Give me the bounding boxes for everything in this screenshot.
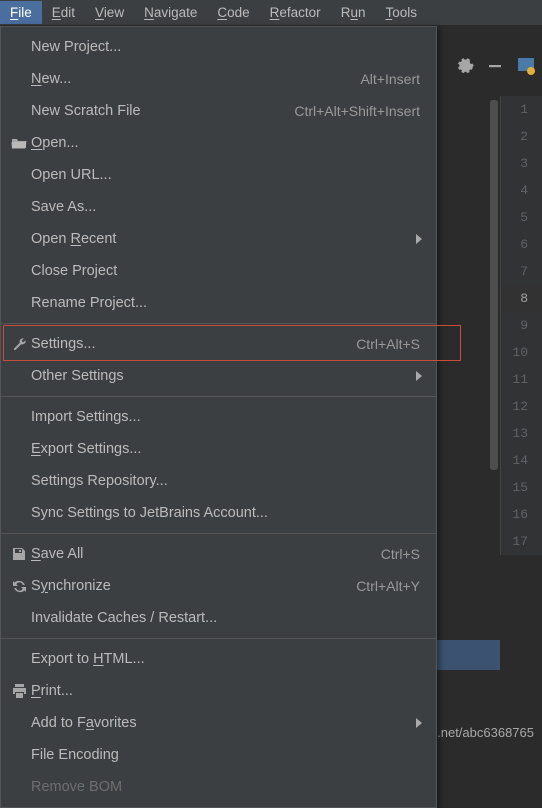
chevron-right-icon [416,234,422,244]
menu-item-add-favorites[interactable]: Add to Favorites [1,707,436,739]
menu-item-synchronize[interactable]: Synchronize Ctrl+Alt+Y [1,570,436,602]
menubar-item-tools[interactable]: Tools [375,1,427,24]
menu-item-open[interactable]: Open... [1,127,436,159]
menu-label: Settings... [31,336,356,352]
menubar-item-file[interactable]: File [0,1,42,24]
menu-separator [1,323,436,324]
menu-item-file-encoding[interactable]: File Encoding [1,739,436,771]
print-icon [7,684,31,698]
line-number: 1 [501,96,542,123]
toolbar-right [458,56,536,79]
menu-item-export-html[interactable]: Export to HTML... [1,643,436,675]
editor-gutter: 1 2 3 4 5 6 7 8 9 10 11 12 13 14 15 16 1… [500,96,542,555]
menubar-item-code[interactable]: Code [207,1,259,24]
line-number: 8 [501,285,542,312]
menu-item-other-settings[interactable]: Other Settings [1,360,436,392]
chevron-right-icon [416,718,422,728]
menu-label: New... [31,71,360,87]
menubar-item-run[interactable]: Run [331,1,376,24]
save-icon [7,547,31,561]
menu-item-open-url[interactable]: Open URL... [1,159,436,191]
line-number: 4 [501,177,542,204]
line-number: 10 [501,339,542,366]
line-number: 15 [501,474,542,501]
line-number: 12 [501,393,542,420]
line-number: 2 [501,123,542,150]
line-number: 7 [501,258,542,285]
sync-icon [7,579,31,594]
menu-label: Export to HTML... [31,651,426,667]
menu-label: File Encoding [31,747,426,763]
line-number: 3 [501,150,542,177]
line-number: 5 [501,204,542,231]
line-number: 9 [501,312,542,339]
menu-label: New Scratch File [31,103,294,119]
scrollbar-thumb[interactable] [490,100,498,470]
menu-separator [1,396,436,397]
python-run-icon[interactable] [516,56,536,79]
menu-item-import-settings[interactable]: Import Settings... [1,401,436,433]
menu-label: Export Settings... [31,441,426,457]
menu-label: Synchronize [31,578,356,594]
menu-shortcut: Ctrl+S [381,546,426,562]
menu-item-close-project[interactable]: Close Project [1,255,436,287]
menu-label: Sync Settings to JetBrains Account... [31,505,426,521]
menu-item-settings[interactable]: Settings... Ctrl+Alt+S [1,328,436,360]
gear-icon[interactable] [458,58,474,77]
menu-item-new[interactable]: New... Alt+Insert [1,63,436,95]
menu-separator [1,638,436,639]
menu-shortcut: Ctrl+Alt+Shift+Insert [294,103,426,119]
menu-item-remove-bom: Remove BOM [1,771,436,803]
menu-label: Save All [31,546,381,562]
menubar-item-navigate[interactable]: Navigate [134,1,207,24]
menu-label: Open Recent [31,231,416,247]
line-number: 16 [501,501,542,528]
line-number: 13 [501,420,542,447]
menu-item-open-recent[interactable]: Open Recent [1,223,436,255]
menubar-item-refactor[interactable]: Refactor [260,1,331,24]
file-menu-dropdown: New Project... New... Alt+Insert New Scr… [0,26,437,808]
menu-item-print[interactable]: Print... [1,675,436,707]
menu-item-invalidate-caches[interactable]: Invalidate Caches / Restart... [1,602,436,634]
menu-label: Open URL... [31,167,426,183]
menu-item-sync-jetbrains[interactable]: Sync Settings to JetBrains Account... [1,497,436,529]
menu-label: Settings Repository... [31,473,426,489]
open-folder-icon [7,136,31,150]
menu-label: Save As... [31,199,426,215]
chevron-right-icon [416,371,422,381]
menu-label: Add to Favorites [31,715,416,731]
menu-label: Print... [31,683,426,699]
line-number: 6 [501,231,542,258]
line-number: 17 [501,528,542,555]
menu-label: Close Project [31,263,426,279]
menu-label: Rename Project... [31,295,426,311]
menu-separator [1,533,436,534]
menubar-item-edit[interactable]: Edit [42,1,85,24]
menu-item-new-scratch[interactable]: New Scratch File Ctrl+Alt+Shift+Insert [1,95,436,127]
menu-item-new-project[interactable]: New Project... [1,31,436,63]
menu-label: Invalidate Caches / Restart... [31,610,426,626]
menu-item-save-as[interactable]: Save As... [1,191,436,223]
menu-shortcut: Alt+Insert [360,71,426,87]
line-number: 14 [501,447,542,474]
menu-shortcut: Ctrl+Alt+Y [356,578,426,594]
menu-shortcut: Ctrl+Alt+S [356,336,426,352]
editor-selection-band [437,640,500,670]
menu-label: New Project... [31,39,426,55]
menu-item-settings-repository[interactable]: Settings Repository... [1,465,436,497]
menubar: File Edit View Navigate Code Refactor Ru… [0,0,542,26]
menu-label: Open... [31,135,426,151]
menubar-item-view[interactable]: View [85,1,134,24]
menu-item-save-all[interactable]: Save All Ctrl+S [1,538,436,570]
menu-label: Other Settings [31,368,416,384]
menu-label: Import Settings... [31,409,426,425]
wrench-icon [7,337,31,352]
minimize-icon[interactable] [488,59,502,76]
menu-item-export-settings[interactable]: Export Settings... [1,433,436,465]
menu-item-rename-project[interactable]: Rename Project... [1,287,436,319]
line-number: 11 [501,366,542,393]
menu-label: Remove BOM [31,779,426,795]
